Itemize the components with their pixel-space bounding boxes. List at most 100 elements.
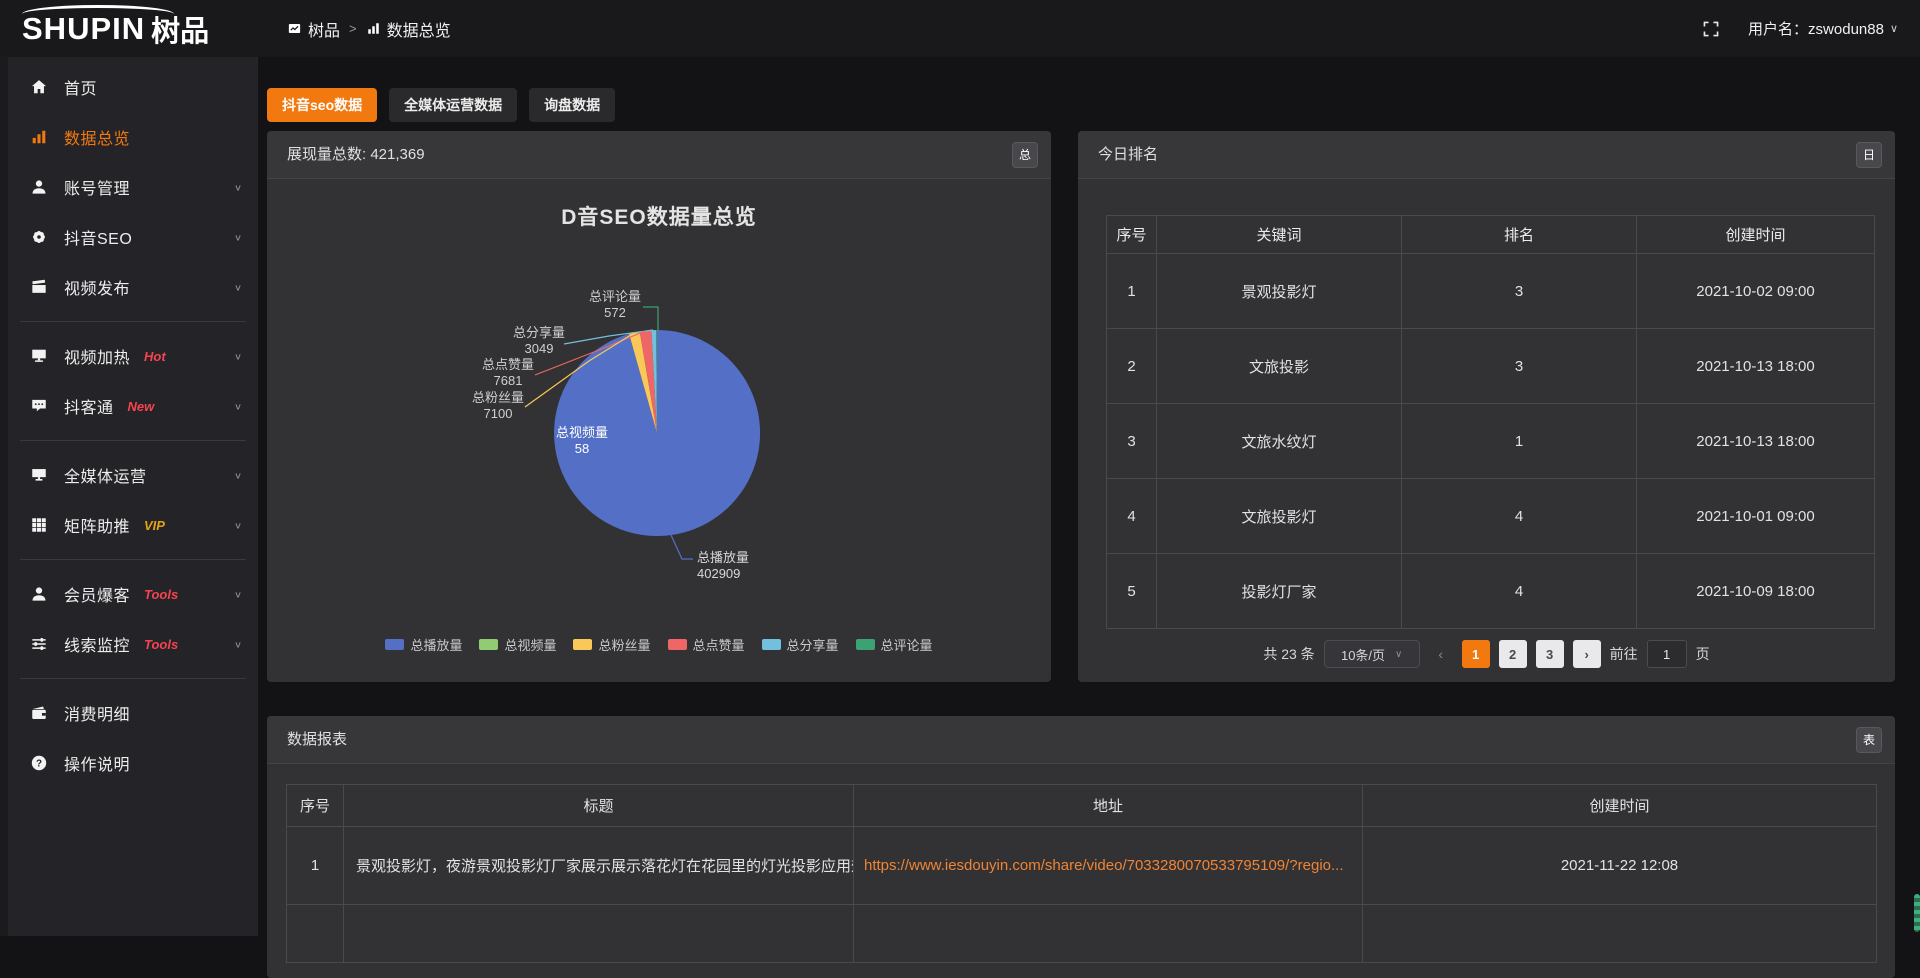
goto-label: 前往 (1610, 644, 1638, 664)
hot-tag: Hot (144, 349, 166, 364)
overview-panel: 展现量总数: 421,369 总 D音SEO数据量总览 总评论量572 总分享量… (267, 131, 1051, 682)
report-table: 序号 标题 地址 创建时间 1 景观投影灯，夜游景观投影灯厂家展示展示落花灯在花… (286, 784, 1877, 963)
sidebar-divider (20, 321, 246, 322)
ranking-panel-header: 今日排名 日 (1078, 131, 1895, 179)
col-header-title: 标题 (344, 785, 854, 827)
scrollbar-thumb[interactable] (1914, 894, 1920, 932)
svg-text:?: ? (36, 758, 42, 769)
sidebar: 首页 数据总览 账号管理 ∨ 抖音SEO ∨ 视频发布 ∨ 视频加热 Hot ∨… (8, 57, 258, 936)
chevron-down-icon: ∨ (234, 282, 242, 292)
user-menu[interactable]: 用户名：zswodun88 ∨ (1748, 18, 1898, 39)
wallet-icon (30, 704, 48, 722)
table-row[interactable]: 3文旅水纹灯12021-10-13 18:00 (1107, 404, 1875, 479)
table-row[interactable]: 1景观投影灯32021-10-02 09:00 (1107, 254, 1875, 329)
chevron-down-icon: ∨ (234, 520, 242, 530)
brand-logo[interactable]: SHUPIN 树品 (22, 0, 209, 57)
chevron-down-icon: ∨ (234, 470, 242, 480)
tab-douyin-seo[interactable]: 抖音seo数据 (267, 88, 377, 122)
legend-item-videos[interactable]: 总视频量 (479, 635, 556, 654)
page-button-3[interactable]: 3 (1536, 640, 1564, 668)
table-row[interactable]: 5投影灯厂家42021-10-09 18:00 (1107, 554, 1875, 629)
vip-tag: VIP (144, 518, 165, 533)
report-panel: 数据报表 表 序号 标题 地址 创建时间 1 景观投影灯，夜游景观投影灯厂家展示… (267, 716, 1895, 978)
legend-item-comments[interactable]: 总评论量 (856, 635, 933, 654)
sidebar-item-omni-media[interactable]: 全媒体运营 ∨ (8, 450, 258, 500)
pie-label-shares: 总分享量3049 (513, 325, 565, 357)
clapperboard-icon (30, 278, 48, 296)
sidebar-item-lead-monitor[interactable]: 线索监控 Tools ∨ (8, 619, 258, 669)
monitor-icon (30, 347, 48, 365)
sidebar-item-matrix-boost[interactable]: 矩阵助推 VIP ∨ (8, 500, 258, 550)
logo-arc-decoration (22, 5, 174, 23)
pie-label-fans: 总粉丝量7100 (472, 390, 524, 422)
sidebar-item-data-overview[interactable]: 数据总览 (8, 112, 258, 162)
legend-swatch (385, 639, 404, 650)
legend-item-fans[interactable]: 总粉丝量 (573, 635, 650, 654)
sidebar-item-consumption[interactable]: 消费明细 (8, 688, 258, 738)
day-badge-button[interactable]: 日 (1856, 142, 1882, 168)
sidebar-item-video-heat[interactable]: 视频加热 Hot ∨ (8, 331, 258, 381)
chevron-down-icon: ∨ (234, 589, 242, 599)
breadcrumb-current[interactable]: 数据总览 (387, 17, 451, 41)
sidebar-item-account[interactable]: 账号管理 ∨ (8, 162, 258, 212)
sidebar-item-home[interactable]: 首页 (8, 62, 258, 112)
tab-inquiry[interactable]: 询盘数据 (529, 88, 615, 122)
tools-tag: Tools (144, 587, 178, 602)
col-header-no: 序号 (1107, 216, 1157, 254)
chevron-down-icon: ∨ (1890, 22, 1898, 35)
chevron-down-icon: ∨ (234, 232, 242, 242)
table-badge-button[interactable]: 表 (1856, 727, 1882, 753)
next-page-button[interactable]: › (1573, 640, 1601, 668)
legend-swatch (573, 639, 592, 650)
data-source-tabs: 抖音seo数据 全媒体运营数据 询盘数据 (267, 88, 615, 122)
col-header-url: 地址 (854, 785, 1363, 827)
ranking-panel: 今日排名 日 序号 关键词 排名 创建时间 1景观投影灯32021-10-02 … (1078, 131, 1895, 682)
page-size-select[interactable]: 10条/页 ∨ (1324, 640, 1420, 668)
fullscreen-icon[interactable] (1702, 20, 1720, 38)
goto-page-input[interactable] (1647, 640, 1687, 668)
sidebar-divider (20, 678, 246, 679)
sliders-icon (30, 635, 48, 653)
chat-bubble-icon (30, 397, 48, 415)
question-circle-icon: ? (30, 754, 48, 772)
username-label: 用户名：zswodun88 (1748, 18, 1884, 39)
legend-item-shares[interactable]: 总分享量 (762, 635, 839, 654)
pie-label-likes: 总点赞量7681 (482, 357, 534, 389)
page-button-2[interactable]: 2 (1499, 640, 1527, 668)
top-header: SHUPIN 树品 树品 > 数据总览 用户名：zswodun88 ∨ (0, 0, 1920, 57)
legend-swatch (856, 639, 875, 650)
new-tag: New (128, 399, 155, 414)
sidebar-item-help[interactable]: ? 操作说明 (8, 738, 258, 788)
tab-omni-media[interactable]: 全媒体运营数据 (389, 88, 517, 122)
bar-chart-icon (30, 128, 48, 146)
table-row[interactable]: 2文旅投影32021-10-13 18:00 (1107, 329, 1875, 404)
legend-swatch (479, 639, 498, 650)
table-row[interactable]: 1 景观投影灯，夜游景观投影灯厂家展示展示落花灯在花园里的灯光投影应用效果 # … (287, 827, 1877, 905)
col-header-created: 创建时间 (1363, 785, 1877, 827)
col-header-keyword: 关键词 (1157, 216, 1402, 254)
sidebar-item-douyin-seo[interactable]: 抖音SEO ∨ (8, 212, 258, 262)
col-header-created: 创建时间 (1637, 216, 1875, 254)
chevron-down-icon: ∨ (234, 639, 242, 649)
legend-swatch (668, 639, 687, 650)
sidebar-item-douketong[interactable]: 抖客通 New ∨ (8, 381, 258, 431)
prev-page-button[interactable]: ‹ (1429, 646, 1453, 662)
chevron-down-icon: ∨ (234, 182, 242, 192)
pie-label-videos: 总视频量58 (556, 425, 608, 457)
bar-chart-icon (366, 21, 381, 36)
pie-chart[interactable] (267, 179, 1051, 682)
breadcrumb-root[interactable]: 树品 (308, 17, 340, 41)
table-row[interactable]: 4文旅投影灯42021-10-01 09:00 (1107, 479, 1875, 554)
legend-item-plays[interactable]: 总播放量 (385, 635, 462, 654)
screen-icon (30, 466, 48, 484)
report-panel-header: 数据报表 表 (267, 716, 1895, 764)
sidebar-item-video-publish[interactable]: 视频发布 ∨ (8, 262, 258, 312)
total-badge-button[interactable]: 总 (1012, 142, 1038, 168)
video-url-link[interactable]: https://www.iesdouyin.com/share/video/70… (854, 827, 1363, 905)
person-icon (30, 585, 48, 603)
table-row[interactable] (287, 905, 1877, 963)
legend-item-likes[interactable]: 总点赞量 (668, 635, 745, 654)
page-button-1[interactable]: 1 (1462, 640, 1490, 668)
sidebar-item-member-baoke[interactable]: 会员爆客 Tools ∨ (8, 569, 258, 619)
ranking-title: 今日排名 (1098, 146, 1158, 163)
